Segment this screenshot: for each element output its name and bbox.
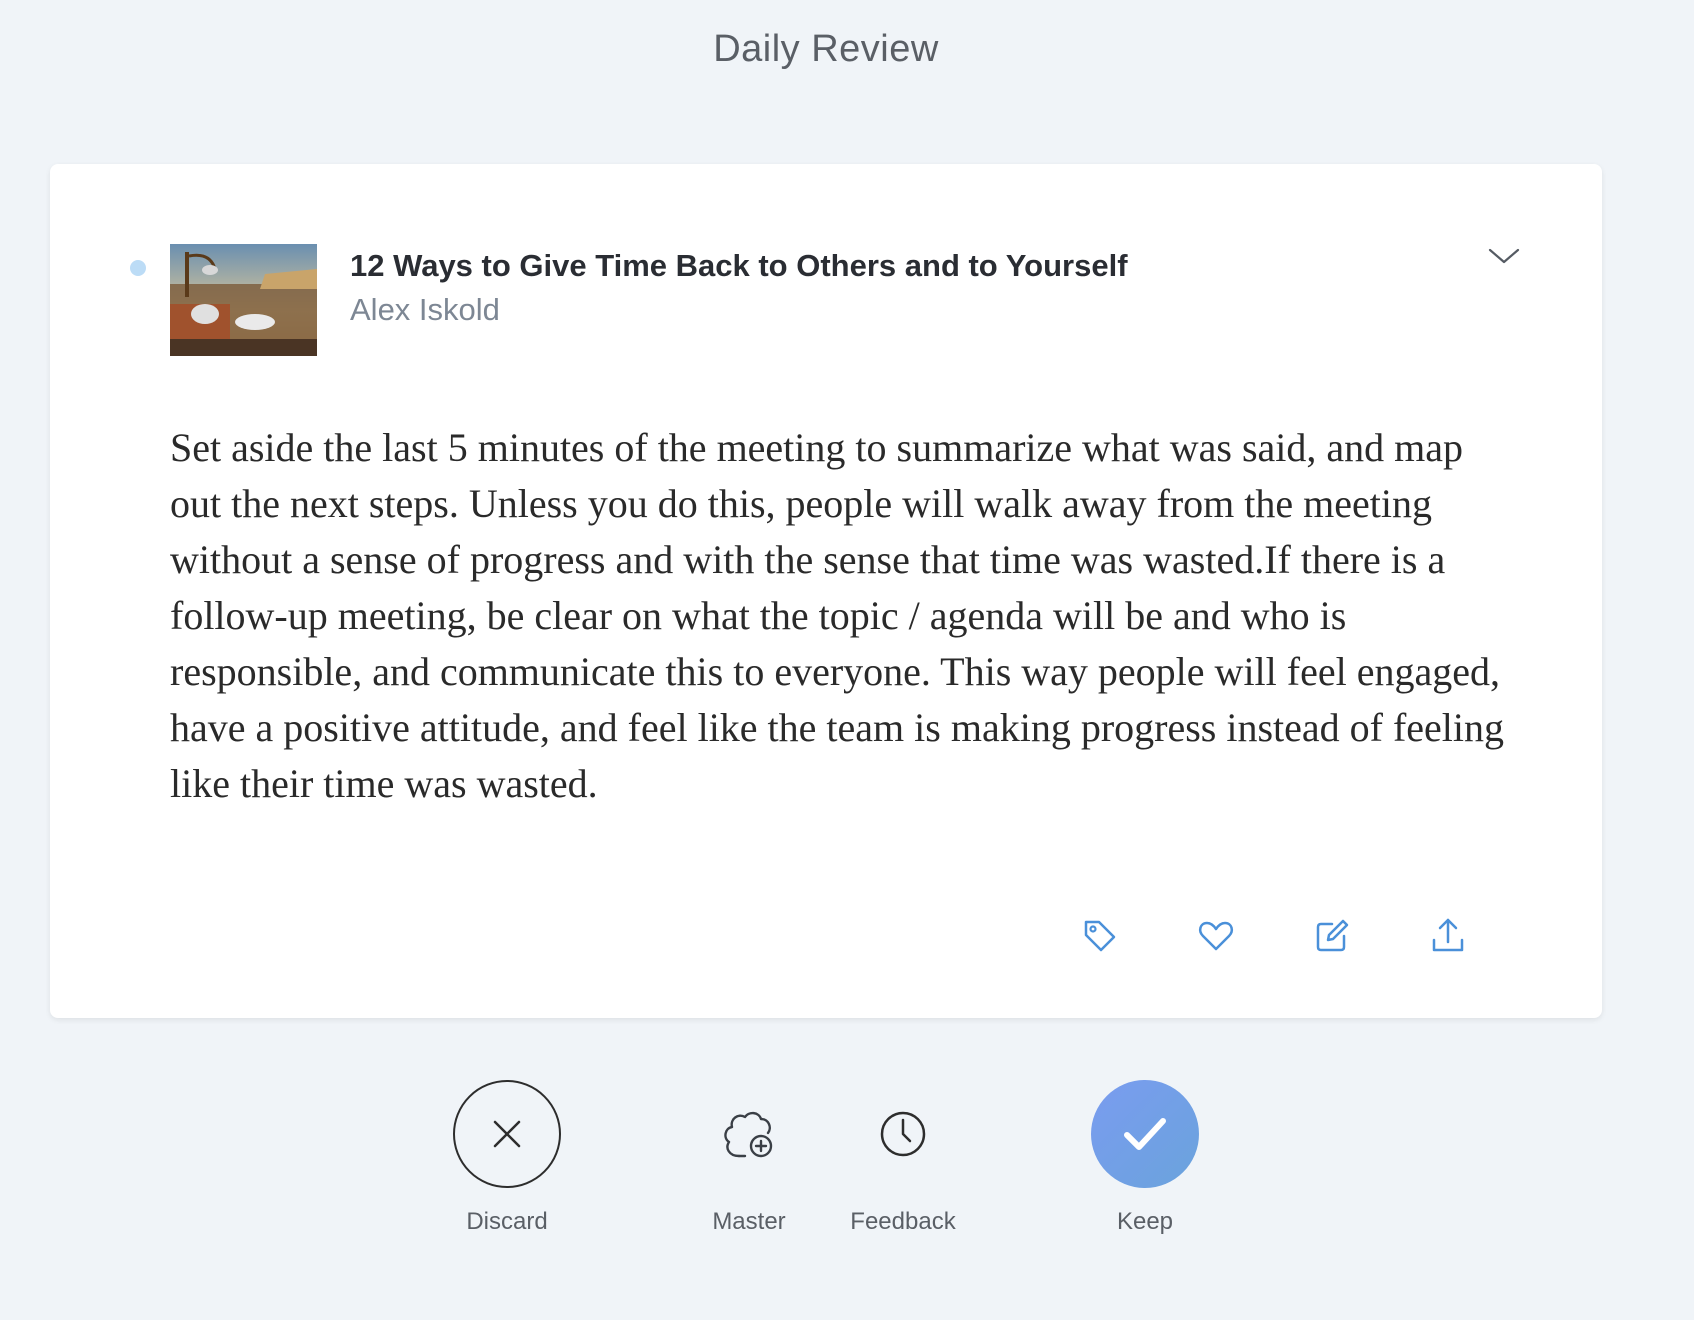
edit-button[interactable]: [1312, 916, 1356, 960]
page-title: Daily Review: [713, 28, 939, 70]
check-icon: [1124, 1118, 1166, 1150]
master-visual[interactable]: [695, 1080, 803, 1188]
discard-circle[interactable]: [453, 1080, 561, 1188]
clock-icon: [880, 1111, 926, 1157]
highlight-text: Set aside the last 5 minutes of the meet…: [170, 425, 1505, 806]
tag-button[interactable]: [1080, 916, 1124, 960]
edit-icon: [1316, 919, 1349, 952]
unread-indicator: [130, 260, 146, 276]
share-icon: [1432, 918, 1464, 952]
heart-icon: [1198, 921, 1234, 951]
tag-icon: [1084, 920, 1116, 952]
keep-label: Keep: [1116, 1208, 1174, 1235]
favorite-button[interactable]: [1196, 916, 1240, 960]
share-button[interactable]: [1428, 916, 1472, 960]
keep-button[interactable]: Keep: [1045, 1080, 1245, 1236]
highlight-card: 12 Ways to Give Time Back to Others and …: [50, 164, 1602, 1018]
book-cover-thumbnail: [170, 244, 317, 356]
book-title[interactable]: 12 Ways to Give Time Back to Others and …: [350, 248, 1128, 284]
feedback-label: Feedback: [850, 1208, 956, 1235]
chevron-down-icon[interactable]: [1486, 242, 1522, 270]
book-author[interactable]: Alex Iskold: [350, 292, 500, 328]
keep-circle[interactable]: [1091, 1080, 1199, 1188]
discard-label: Discard: [466, 1208, 548, 1235]
review-action-bar: Discard Master Feedback Keep: [0, 1080, 1694, 1280]
feedback-visual[interactable]: [849, 1080, 957, 1188]
brain-add-icon: [724, 1111, 773, 1158]
discard-button[interactable]: Discard: [407, 1080, 607, 1236]
close-icon: [493, 1120, 521, 1148]
feedback-button[interactable]: Feedback: [803, 1080, 1003, 1236]
